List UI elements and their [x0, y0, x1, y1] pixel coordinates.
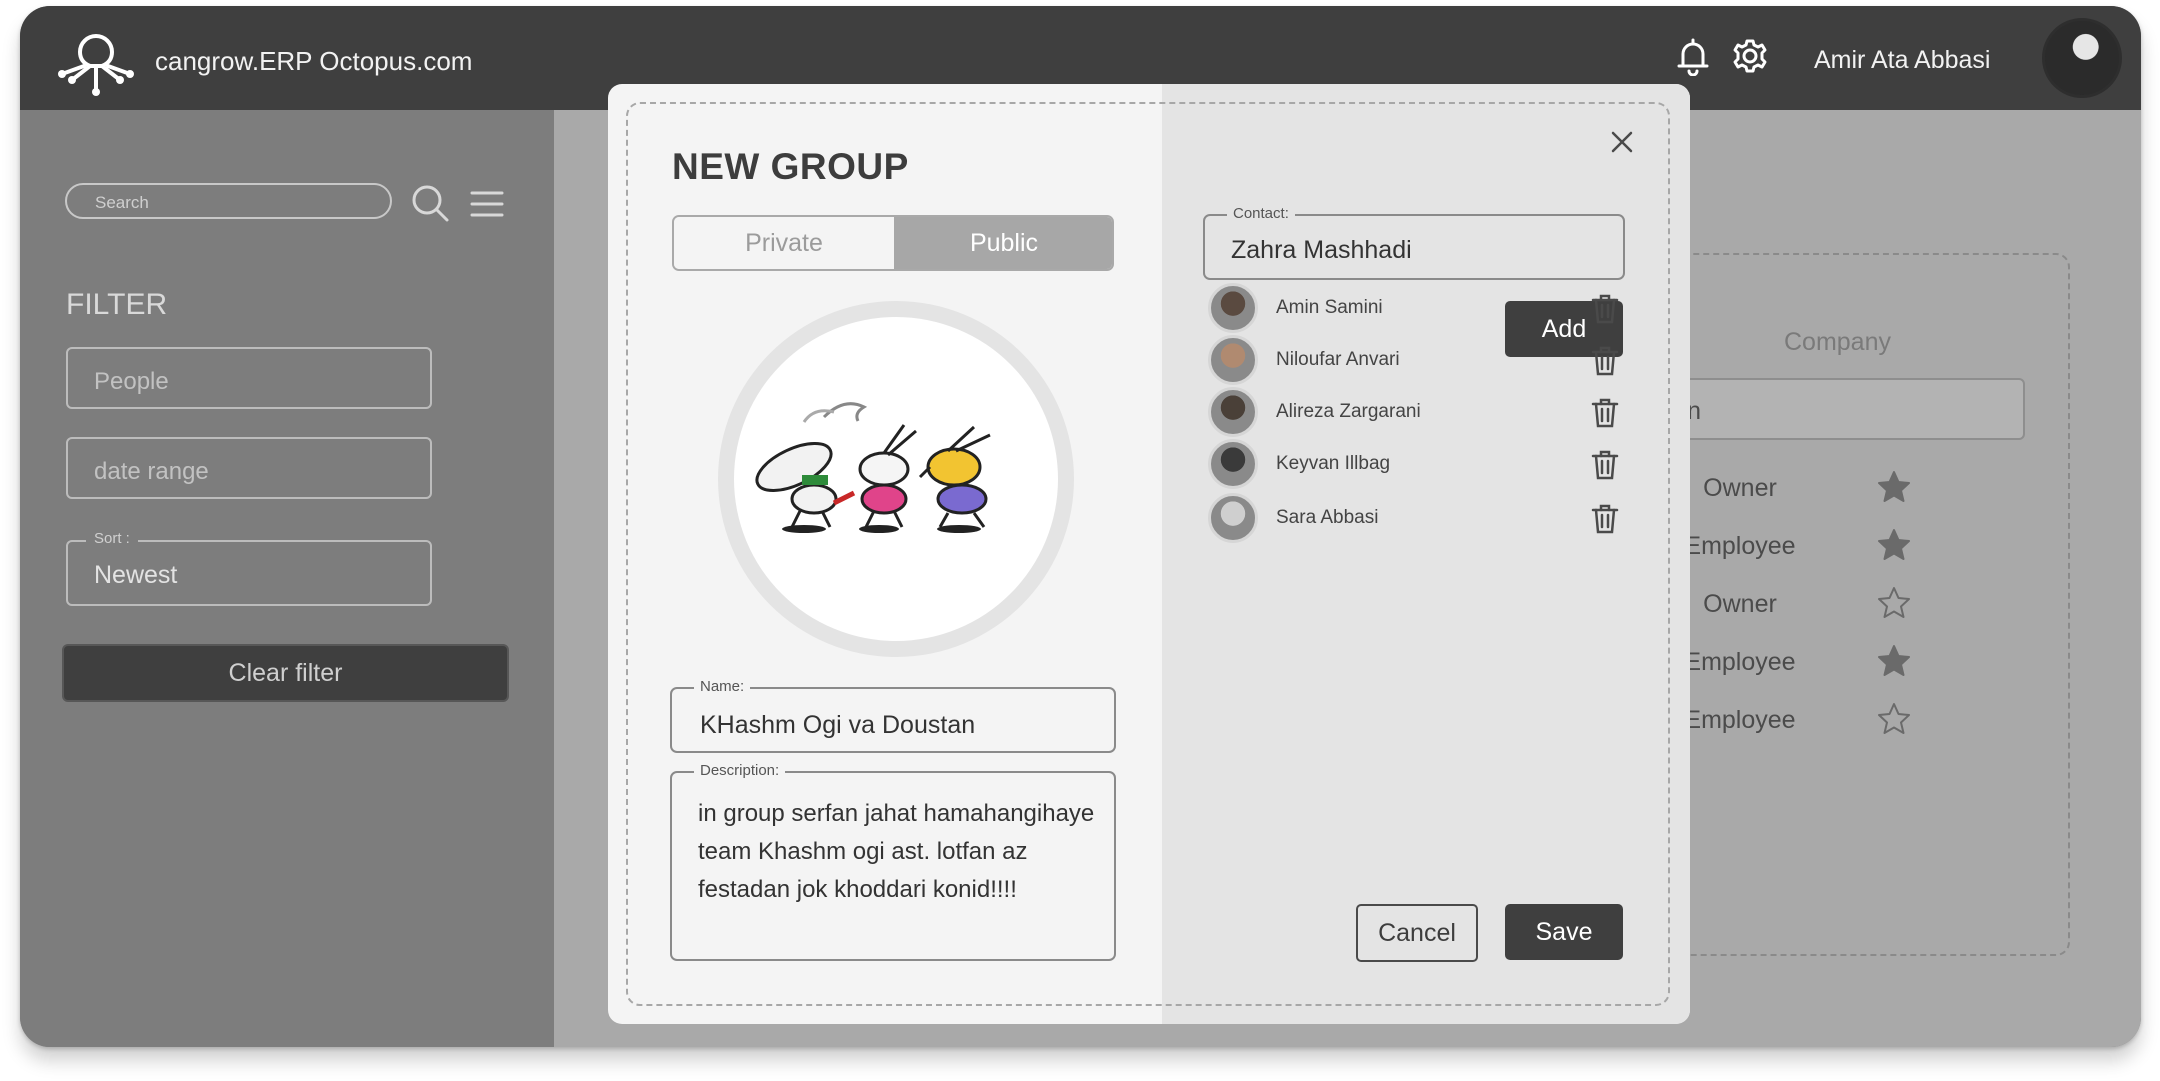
- name-field[interactable]: Name: KHashm Ogi va Doustan: [670, 678, 1116, 753]
- list-item: Niloufar Anvari: [1208, 335, 1628, 387]
- app-title: cangrow.ERP Octopus.com: [155, 46, 473, 76]
- member-name: Niloufar Anvari: [1276, 349, 1400, 370]
- new-group-modal: NEW GROUP Private Public Name: KHashm Og…: [608, 84, 1690, 1024]
- app-window: cangrow.ERP Octopus.com Amir Ata Abbasi …: [20, 6, 2141, 1047]
- star-filled-icon[interactable]: [1877, 470, 1911, 504]
- description-label: Description:: [694, 762, 786, 779]
- group-photo-frame[interactable]: [718, 301, 1074, 657]
- people-filter-input[interactable]: People: [66, 347, 432, 409]
- list-item: Sara Abbasi: [1208, 493, 1628, 545]
- modal-title: NEW GROUP: [672, 146, 909, 187]
- menu-icon[interactable]: [470, 190, 504, 218]
- user-name[interactable]: Amir Ata Abbasi: [1814, 46, 1990, 75]
- member-name: Amin Samini: [1276, 297, 1383, 318]
- trash-icon[interactable]: [1590, 397, 1620, 429]
- filter-title: FILTER: [66, 288, 168, 321]
- star-filled-icon[interactable]: [1877, 528, 1911, 562]
- member-name: Keyvan Illbag: [1276, 453, 1391, 474]
- list-item: Alireza Zargarani: [1208, 387, 1628, 439]
- public-option[interactable]: Public: [894, 217, 1112, 269]
- trash-icon[interactable]: [1590, 293, 1620, 325]
- trash-icon[interactable]: [1590, 345, 1620, 377]
- member-avatar: [1208, 335, 1258, 385]
- member-name: Sara Abbasi: [1276, 507, 1379, 528]
- privacy-toggle: Private Public: [672, 215, 1114, 271]
- bell-icon[interactable]: [1675, 36, 1711, 76]
- member-avatar: [1208, 387, 1258, 437]
- save-button[interactable]: Save: [1505, 904, 1623, 960]
- description-field[interactable]: Description: in group serfan jahat hamah…: [670, 762, 1116, 961]
- date-range-placeholder: date range: [94, 458, 209, 485]
- trash-icon[interactable]: [1590, 449, 1620, 481]
- group-photo: [734, 317, 1058, 641]
- name-value: KHashm Ogi va Doustan: [700, 711, 976, 739]
- close-icon[interactable]: [1610, 130, 1634, 154]
- contact-field[interactable]: Contact: Zahra Mashhadi: [1203, 205, 1625, 280]
- sort-select[interactable]: Sort : Newest: [66, 530, 432, 606]
- list-item: Amin Samini: [1208, 283, 1628, 335]
- cancel-button[interactable]: Cancel: [1356, 904, 1478, 962]
- private-option[interactable]: Private: [674, 217, 894, 269]
- list-item: Keyvan Illbag: [1208, 439, 1628, 491]
- company-column-header: Company: [1784, 328, 1891, 356]
- cartoon-characters-image: [755, 402, 991, 533]
- contact-value: Zahra Mashhadi: [1231, 236, 1412, 264]
- sort-label: Sort :: [86, 530, 138, 547]
- star-filled-icon[interactable]: [1877, 644, 1911, 678]
- description-value: in group serfan jahat hamahangihaye team…: [698, 800, 1095, 903]
- member-name: Alireza Zargarani: [1276, 401, 1421, 422]
- people-placeholder: People: [94, 368, 169, 395]
- search-placeholder: Search: [95, 193, 149, 212]
- star-outline-icon[interactable]: [1877, 702, 1911, 736]
- star-outline-icon[interactable]: [1877, 586, 1911, 620]
- name-label: Name:: [694, 678, 751, 695]
- gear-icon[interactable]: [1732, 38, 1768, 74]
- member-avatar: [1208, 283, 1258, 333]
- sort-value: Newest: [94, 561, 178, 589]
- date-range-input[interactable]: date range: [66, 437, 432, 499]
- member-avatar: [1208, 493, 1258, 543]
- contact-label: Contact:: [1227, 205, 1295, 222]
- search-icon[interactable]: [410, 183, 450, 223]
- member-avatar: [1208, 439, 1258, 489]
- trash-icon[interactable]: [1590, 503, 1620, 535]
- search-input[interactable]: Search: [65, 183, 392, 219]
- octopus-logo-icon[interactable]: [54, 18, 138, 102]
- user-avatar[interactable]: [2042, 18, 2122, 98]
- clear-filter-button[interactable]: Clear filter: [62, 644, 509, 702]
